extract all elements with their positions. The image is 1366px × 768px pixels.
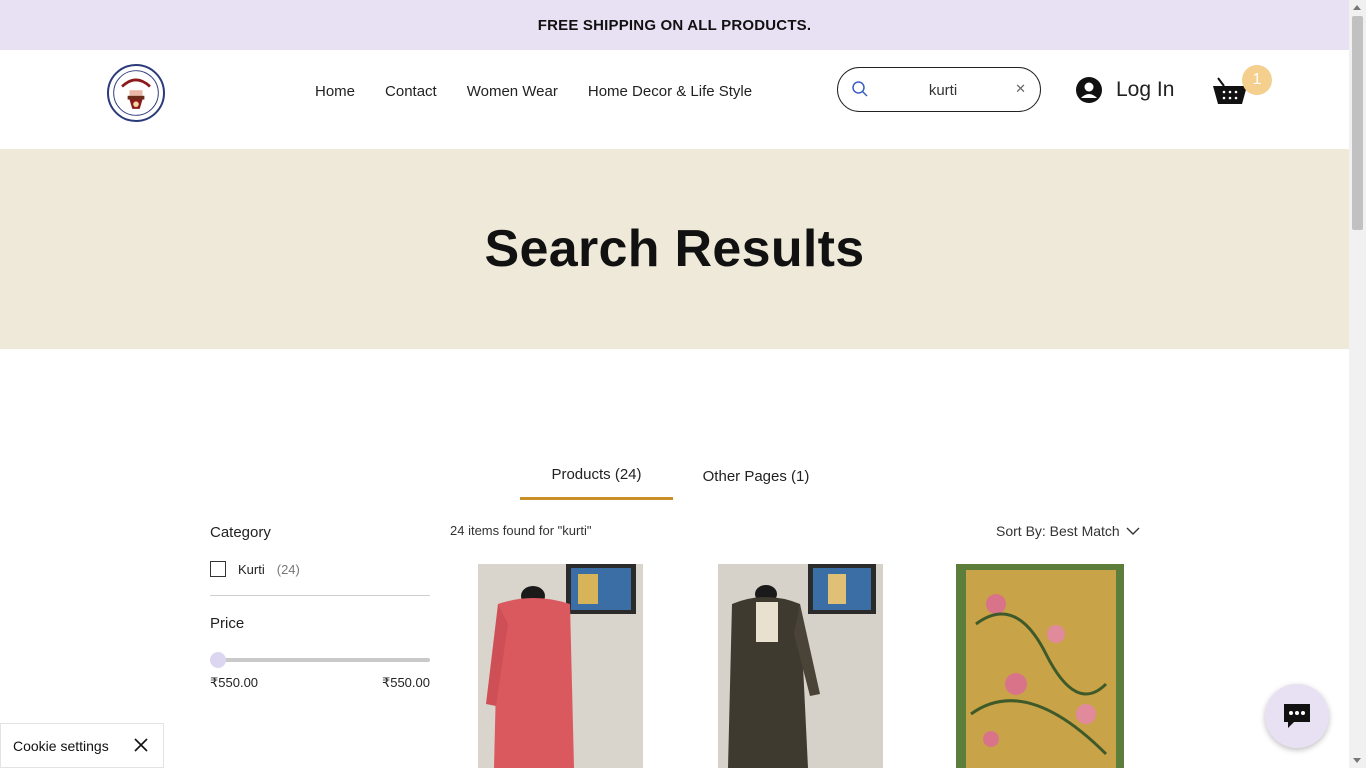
logo-emblem-icon — [110, 67, 162, 119]
price-max: ₹550.00 — [381, 675, 430, 690]
main-nav: Home Contact Women Wear Home Decor & Lif… — [315, 83, 752, 100]
nav-contact[interactable]: Contact — [385, 83, 437, 100]
shipping-banner: FREE SHIPPING ON ALL PRODUCTS. — [0, 0, 1349, 50]
chat-bubble-icon — [1284, 704, 1310, 728]
price-range: ₹550.00 ₹550.00 — [210, 675, 430, 691]
scroll-down-arrow-icon[interactable] — [1353, 758, 1361, 763]
filter-sidebar: Category Kurti (24) Price ₹550.00 ₹550.0… — [210, 524, 430, 691]
category-label: Kurti — [238, 561, 265, 577]
close-icon[interactable] — [133, 737, 149, 753]
category-checkbox[interactable] — [210, 561, 226, 577]
search-box: ✕ — [837, 67, 1041, 112]
nav-women-wear[interactable]: Women Wear — [467, 83, 558, 100]
price-min: ₹550.00 — [210, 675, 259, 690]
page-title: Search Results — [484, 220, 865, 278]
site-logo[interactable] — [107, 64, 165, 122]
product-image-mustard-fabric — [956, 564, 1124, 768]
search-input[interactable] — [878, 78, 1008, 102]
chat-button[interactable] — [1265, 684, 1329, 748]
cart-count-badge[interactable]: 1 — [1242, 65, 1272, 95]
product-image-dark-kurti — [718, 564, 883, 768]
price-slider-thumb[interactable] — [210, 652, 226, 668]
product-card[interactable] — [718, 564, 883, 768]
chevron-down-icon — [1126, 527, 1140, 535]
category-count: (24) — [276, 561, 300, 577]
user-avatar-icon — [1076, 77, 1102, 103]
results-tabs: Products (24) Other Pages (1) — [520, 452, 839, 500]
filter-divider — [210, 595, 430, 596]
price-filter-title: Price — [210, 615, 245, 632]
cookie-settings-bar: Cookie settings — [0, 723, 164, 768]
scroll-up-arrow-icon[interactable] — [1353, 5, 1361, 10]
price-slider[interactable] — [210, 652, 430, 668]
tab-other-pages[interactable]: Other Pages (1) — [673, 452, 839, 500]
results-summary: 24 items found for "kurti" — [450, 523, 592, 538]
cookie-settings-link[interactable]: Cookie settings — [13, 738, 109, 754]
product-card[interactable] — [956, 564, 1124, 768]
page-scrollbar[interactable] — [1349, 0, 1366, 768]
login-button[interactable]: Log In — [1076, 77, 1174, 103]
shipping-banner-text: FREE SHIPPING ON ALL PRODUCTS. — [537, 16, 812, 34]
category-filter-title: Category — [210, 524, 271, 541]
sort-dropdown[interactable]: Sort By: Best Match — [996, 523, 1140, 539]
nav-home[interactable]: Home — [315, 83, 355, 100]
tab-products[interactable]: Products (24) — [520, 452, 673, 500]
login-label: Log In — [1116, 78, 1175, 101]
site-header: Home Contact Women Wear Home Decor & Lif… — [0, 50, 1349, 149]
nav-home-decor[interactable]: Home Decor & Life Style — [588, 83, 752, 100]
scrollbar-thumb[interactable] — [1352, 16, 1363, 230]
sort-label: Sort By: Best Match — [996, 523, 1120, 539]
product-image-pink-kurti — [478, 564, 643, 768]
search-icon[interactable] — [851, 80, 869, 98]
category-option-kurti[interactable]: Kurti (24) — [210, 561, 430, 577]
product-card[interactable] — [478, 564, 643, 768]
hero-section: Search Results — [0, 149, 1349, 349]
clear-search-icon[interactable]: ✕ — [1015, 81, 1026, 97]
